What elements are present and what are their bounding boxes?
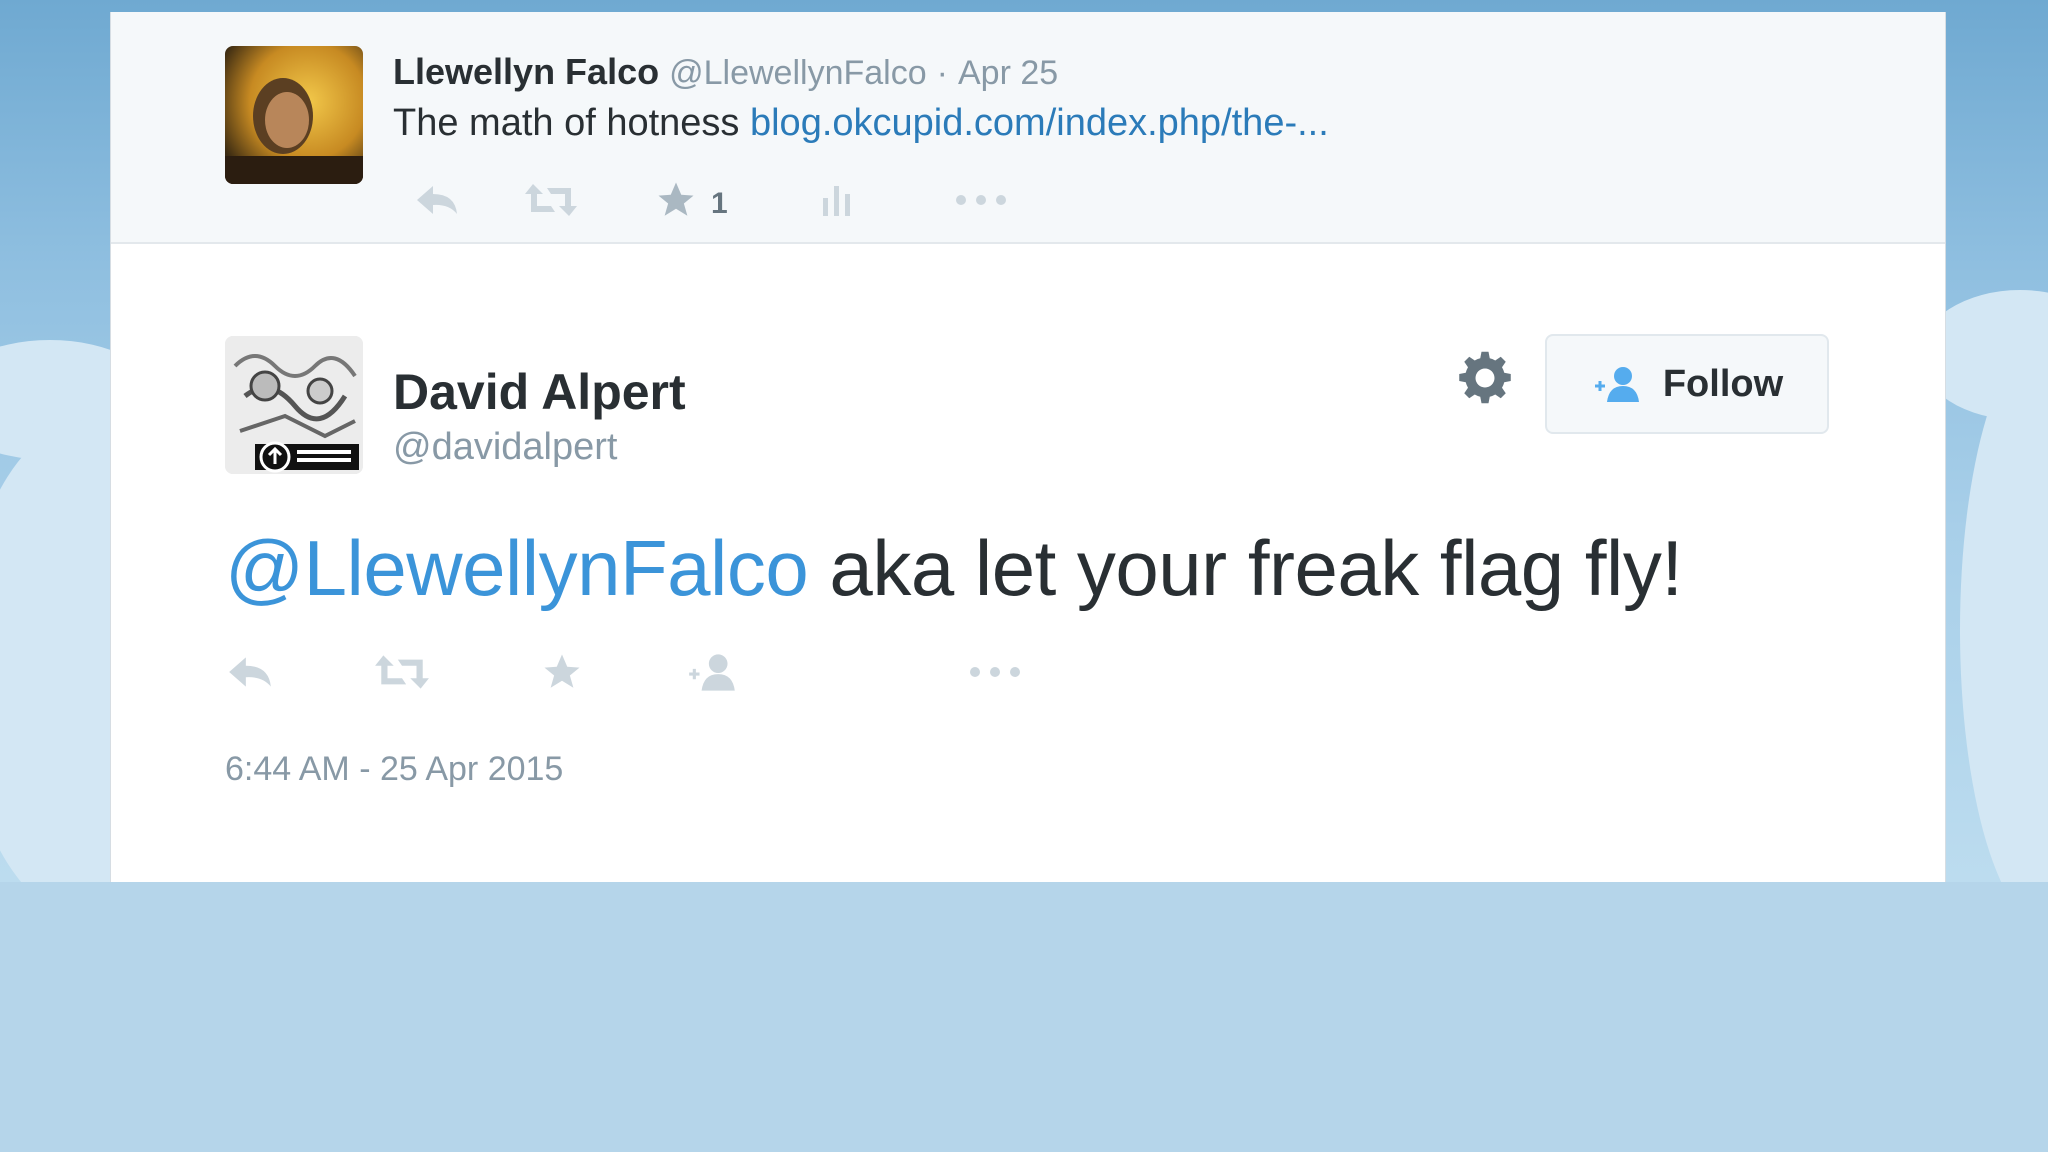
separator: · bbox=[936, 54, 948, 92]
retweet-button[interactable] bbox=[523, 172, 579, 228]
settings-button[interactable] bbox=[1455, 348, 1515, 408]
follow-button[interactable]: Follow bbox=[1545, 334, 1829, 434]
tweet-actions bbox=[225, 644, 1025, 714]
tweet-link[interactable]: blog.okcupid.com/index.php/the-... bbox=[750, 102, 1329, 144]
tweet-timestamp[interactable]: 6:44 AM - 25 Apr 2015 bbox=[225, 748, 563, 790]
parent-tweet[interactable]: Llewellyn Falco @LlewellynFalco · Apr 25… bbox=[111, 12, 1945, 244]
analytics-icon bbox=[823, 186, 850, 216]
parent-tweet-header: Llewellyn Falco @LlewellynFalco · Apr 25 bbox=[393, 50, 1058, 95]
analytics-button[interactable] bbox=[817, 172, 857, 228]
follow-label: Follow bbox=[1662, 362, 1784, 405]
retweet-icon bbox=[525, 184, 577, 216]
reply-icon bbox=[417, 186, 457, 214]
cloud-shape bbox=[1960, 330, 2048, 882]
favorite-count: 1 bbox=[711, 187, 728, 220]
gear-icon bbox=[1459, 351, 1511, 404]
author-handle[interactable]: @davidalpert bbox=[393, 424, 617, 470]
reply-icon bbox=[229, 657, 271, 687]
tweet-date[interactable]: Apr 25 bbox=[958, 54, 1058, 92]
author-name[interactable]: Llewellyn Falco bbox=[393, 51, 659, 92]
favorite-icon bbox=[658, 182, 694, 216]
avatar[interactable] bbox=[225, 336, 363, 474]
tweet-text: The math of hotness bbox=[393, 102, 740, 144]
more-button[interactable] bbox=[967, 644, 1023, 700]
follow-user-icon bbox=[689, 654, 735, 691]
favorite-icon bbox=[544, 654, 580, 688]
more-icon bbox=[970, 667, 1020, 677]
author-name[interactable]: David Alpert bbox=[393, 362, 686, 422]
mention-link[interactable]: @LlewellynFalco bbox=[225, 524, 809, 612]
reply-button[interactable] bbox=[225, 644, 275, 700]
tweet-text: @LlewellynFalco aka let your freak flag … bbox=[225, 520, 1683, 616]
favorite-button[interactable] bbox=[541, 644, 583, 700]
follow-user-icon bbox=[1594, 367, 1639, 402]
favorite-button[interactable]: 1 bbox=[655, 172, 728, 228]
retweet-icon bbox=[375, 655, 429, 689]
tweet-card: Llewellyn Falco @LlewellynFalco · Apr 25… bbox=[110, 12, 1946, 882]
parent-tweet-actions: 1 bbox=[393, 172, 1393, 232]
more-button[interactable] bbox=[953, 172, 1009, 228]
author-handle[interactable]: @LlewellynFalco bbox=[669, 54, 927, 92]
more-icon bbox=[956, 195, 1006, 205]
tweet-body: aka let your freak flag fly! bbox=[808, 524, 1683, 612]
reply-button[interactable] bbox=[413, 172, 461, 228]
retweet-button[interactable] bbox=[373, 644, 431, 700]
avatar[interactable] bbox=[225, 46, 363, 184]
parent-tweet-text: The math of hotness blog.okcupid.com/ind… bbox=[393, 100, 1329, 146]
follow-user-button[interactable] bbox=[685, 644, 741, 700]
